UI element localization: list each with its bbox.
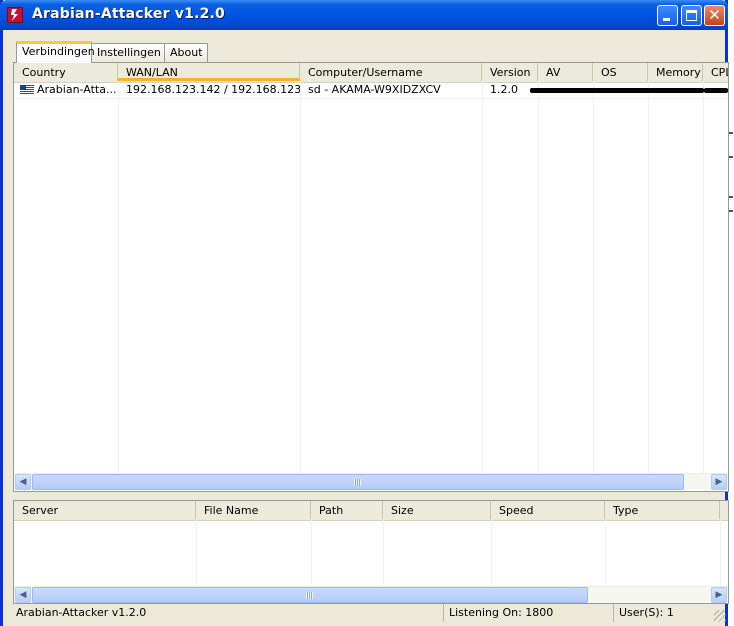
country-text: Arabian-Atta... — [37, 83, 117, 96]
scroll-right-icon[interactable]: ▶ — [711, 474, 727, 490]
minimize-button[interactable] — [657, 5, 678, 26]
close-button[interactable]: ✕ — [704, 5, 725, 26]
column-header-av[interactable]: AV — [538, 63, 593, 81]
grid-line — [593, 82, 594, 473]
status-bar: Arabian-Attacker v1.2.0 Listening On: 18… — [12, 604, 728, 624]
column-header-country[interactable]: Country — [14, 63, 118, 81]
column-header-wan-lan[interactable]: WAN/LAN — [118, 63, 300, 81]
grid-line — [118, 82, 119, 473]
transfers-hscrollbar[interactable]: ◀ ▶ — [14, 586, 728, 603]
status-user-count: User(S): 1 — [619, 606, 674, 619]
cell-wan-lan: 192.168.123.142 / 192.168.123.... — [126, 83, 300, 96]
column-header-memory[interactable]: Memory — [648, 63, 703, 81]
transfers-header: Server File Name Path Size Speed Type — [14, 501, 728, 521]
column-header-version[interactable]: Version — [482, 63, 538, 81]
scroll-left-icon[interactable]: ◀ — [15, 587, 31, 603]
grid-line — [383, 520, 384, 585]
grid-line — [482, 82, 483, 473]
grid-line — [720, 520, 721, 585]
app-icon[interactable] — [7, 7, 23, 23]
grip-icon — [306, 592, 313, 599]
connections-header: Country WAN/LAN Computer/Username Versio… — [14, 63, 728, 83]
grid-line — [311, 520, 312, 585]
table-row[interactable]: Arabian-Atta... 192.168.123.142 / 192.16… — [14, 82, 728, 99]
redaction-bar-os — [594, 88, 650, 93]
maximize-button[interactable] — [681, 5, 702, 26]
maximize-icon — [686, 10, 697, 21]
minimize-icon — [663, 18, 670, 21]
us-flag-icon — [20, 85, 34, 94]
close-icon: ✕ — [708, 6, 721, 24]
column-header-type[interactable]: Type — [605, 501, 720, 519]
scroll-left-icon[interactable]: ◀ — [15, 474, 31, 490]
transfers-listview[interactable]: Server File Name Path Size Speed Type ◀ … — [13, 500, 729, 604]
grid-line — [703, 82, 704, 473]
connections-hscrollbar[interactable]: ◀ ▶ — [14, 473, 728, 490]
column-header-speed[interactable]: Speed — [491, 501, 605, 519]
column-header-os[interactable]: OS — [593, 63, 648, 81]
connections-listview[interactable]: Country WAN/LAN Computer/Username Versio… — [13, 62, 729, 492]
column-header-size[interactable]: Size — [383, 501, 491, 519]
grid-line — [648, 82, 649, 473]
scrollbar-thumb[interactable] — [32, 474, 684, 490]
status-app-version: Arabian-Attacker v1.2.0 — [12, 604, 444, 622]
cell-country: Arabian-Atta... — [14, 82, 118, 98]
column-header-cpu[interactable]: CPL — [703, 63, 728, 81]
scrollbar-thumb[interactable] — [32, 587, 588, 603]
grid-line — [196, 520, 197, 585]
grid-line — [538, 82, 539, 473]
column-header-path[interactable]: Path — [311, 501, 383, 519]
scroll-right-icon[interactable]: ▶ — [711, 587, 727, 603]
column-header-server[interactable]: Server — [14, 501, 196, 519]
title-bar[interactable]: Arabian-Attacker v1.2.0 ✕ — [0, 0, 728, 30]
window-title: Arabian-Attacker v1.2.0 — [32, 6, 225, 22]
tab-verbindingen[interactable]: Verbindingen — [16, 41, 95, 63]
status-listening-port: Listening On: 1800 — [444, 604, 614, 622]
grip-icon — [354, 479, 361, 486]
background-window-edge — [728, 130, 734, 230]
grid-line — [605, 520, 606, 585]
cell-computer-username: sd - AKAMA-W9XIDZXCV — [308, 83, 441, 96]
tab-about[interactable]: About — [164, 43, 208, 62]
tab-instellingen[interactable]: Instellingen — [91, 43, 165, 62]
grid-line — [491, 520, 492, 585]
column-header-computer-username[interactable]: Computer/Username — [300, 63, 482, 81]
column-header-file-name[interactable]: File Name — [196, 501, 311, 519]
redaction-bar-memory — [648, 88, 704, 93]
main-window: Arabian-Attacker v1.2.0 ✕ Verbindingen I… — [0, 0, 729, 626]
resize-grip-icon[interactable] — [714, 610, 726, 622]
grid-line — [300, 82, 301, 473]
redaction-bar-av — [530, 88, 596, 93]
redaction-bar-cpu — [704, 88, 728, 93]
